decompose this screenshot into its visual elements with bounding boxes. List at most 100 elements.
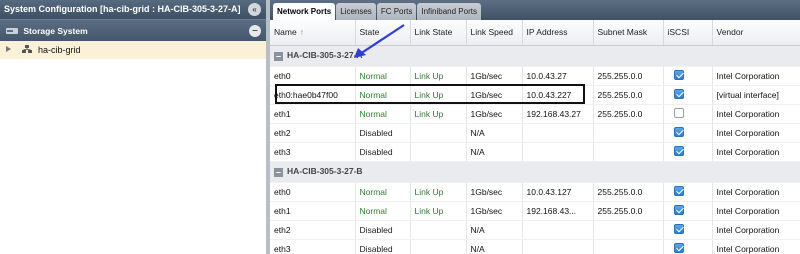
iscsi-checkbox[interactable]: [673, 127, 684, 137]
cell-link-state: Link Up: [410, 104, 467, 124]
collapse-group-icon[interactable]: –: [274, 168, 283, 177]
tree-item-label: ha-cib-grid: [38, 45, 81, 55]
cell-subnet: [593, 220, 664, 240]
cell-link-state: [410, 123, 467, 143]
tab-network-ports[interactable]: Network Ports: [273, 3, 336, 20]
cell-state: Disabled: [355, 239, 411, 254]
iscsi-checkbox[interactable]: [673, 89, 684, 99]
column-header-ip-address[interactable]: IP Address: [522, 20, 594, 46]
iscsi-checkbox[interactable]: [673, 243, 684, 253]
cell-vendor: Intel Corporation: [712, 142, 800, 162]
cell-name: eth2: [270, 123, 356, 143]
cell-subnet: [593, 123, 664, 143]
cell-link-speed: 1Gb/sec: [466, 66, 523, 86]
cell-name: eth0:hae0b47f00: [270, 85, 356, 105]
cell-iscsi: [663, 66, 713, 86]
collapse-group-icon[interactable]: –: [274, 52, 283, 61]
cell-ip: 10.0.43.227: [522, 85, 594, 105]
double-chevron-left-icon[interactable]: «: [248, 3, 261, 16]
cell-vendor: Intel Corporation: [712, 239, 800, 254]
left-panel: System Configuration [ha-cib-grid : HA-C…: [0, 0, 266, 254]
cell-subnet: 255.255.0.0: [593, 201, 664, 221]
cell-state: Normal: [355, 66, 411, 86]
group-label: HA-CIB-305-3-27-B: [287, 166, 363, 176]
cell-name: eth0: [270, 66, 356, 86]
cell-link-state: [410, 239, 467, 254]
table-row[interactable]: eth3 Disabled N/A Intel Corporation: [270, 239, 800, 254]
table-row[interactable]: eth3 Disabled N/A Intel Corporation: [270, 142, 800, 162]
column-header-vendor[interactable]: Vendor: [712, 20, 800, 46]
panel-title-bar: System Configuration [ha-cib-grid : HA-C…: [0, 0, 266, 19]
cell-name: eth1: [270, 104, 356, 124]
column-header-iscsi[interactable]: iSCSI: [663, 20, 713, 46]
group-row[interactable]: – HA-CIB-305-3-27-B: [270, 161, 800, 183]
table-row[interactable]: eth2 Disabled N/A Intel Corporation: [270, 220, 800, 240]
group-header[interactable]: – HA-CIB-305-3-27-B: [270, 161, 800, 183]
iscsi-checkbox[interactable]: [673, 224, 684, 234]
cell-link-speed: N/A: [466, 239, 523, 254]
cell-state: Normal: [355, 201, 411, 221]
column-header-state[interactable]: State: [355, 20, 411, 46]
column-header-link-state[interactable]: Link State: [410, 20, 467, 46]
cell-link-speed: N/A: [466, 123, 523, 143]
cell-name: eth3: [270, 142, 356, 162]
iscsi-checkbox[interactable]: [673, 146, 684, 156]
group-header[interactable]: – HA-CIB-305-3-27-A: [270, 45, 800, 67]
minus-icon[interactable]: –: [249, 25, 261, 37]
panel-title: System Configuration [ha-cib-grid : HA-C…: [4, 4, 241, 14]
cell-state: Normal: [355, 104, 411, 124]
cell-link-speed: N/A: [466, 220, 523, 240]
iscsi-checkbox[interactable]: [673, 108, 684, 118]
cell-state: Normal: [355, 85, 411, 105]
iscsi-checkbox[interactable]: [673, 186, 684, 196]
cell-state: Disabled: [355, 220, 411, 240]
cell-link-state: [410, 142, 467, 162]
table-row[interactable]: eth0 Normal Link Up 1Gb/sec 10.0.43.27 255.25…: [270, 66, 800, 86]
cell-subnet: [593, 239, 664, 254]
cell-ip: [522, 123, 594, 143]
table-row[interactable]: eth2 Disabled N/A Intel Corporation: [270, 123, 800, 143]
iscsi-checkbox[interactable]: [673, 205, 684, 215]
column-header-link-speed[interactable]: Link Speed: [466, 20, 523, 46]
expand-triangle-icon[interactable]: [6, 46, 11, 52]
cell-subnet: 255.255.0.0: [593, 182, 664, 202]
tab-infiniband-ports[interactable]: Infiniband Ports: [417, 3, 481, 20]
cell-iscsi: [663, 104, 713, 124]
table-row[interactable]: eth0 Normal Link Up 1Gb/sec 10.0.43.127 255.2…: [270, 182, 800, 202]
tab-licenses[interactable]: Licenses: [336, 3, 376, 20]
table-row[interactable]: eth0:hae0b47f00 Normal Link Up 1Gb/sec 10.0.…: [270, 85, 800, 105]
group-row[interactable]: – HA-CIB-305-3-27-A: [270, 45, 800, 67]
storage-icon: [6, 28, 18, 34]
cell-vendor: Intel Corporation: [712, 104, 800, 124]
tab-fc-ports[interactable]: FC Ports: [376, 3, 417, 20]
table-row[interactable]: eth1 Normal Link Up 1Gb/sec 192.168.43... 255…: [270, 201, 800, 221]
network-ports-table: Name ↑ State Link State Link Speed IP Add…: [270, 20, 800, 254]
iscsi-checkbox[interactable]: [673, 70, 684, 80]
cell-link-speed: 1Gb/sec: [466, 201, 523, 221]
cell-name: eth0: [270, 182, 356, 202]
cell-ip: 192.168.43...: [522, 201, 594, 221]
cell-iscsi: [663, 142, 713, 162]
cell-iscsi: [663, 220, 713, 240]
column-header-name[interactable]: Name ↑: [270, 20, 356, 46]
tree-item-ha-cib-grid[interactable]: ha-cib-grid: [0, 41, 266, 59]
cell-vendor: Intel Corporation: [712, 220, 800, 240]
cell-iscsi: [663, 182, 713, 202]
cell-link-state: Link Up: [410, 182, 467, 202]
grid-icon: [21, 45, 32, 53]
cell-link-speed: 1Gb/sec: [466, 85, 523, 105]
cell-subnet: 255.255.0.0: [593, 66, 664, 86]
table-row[interactable]: eth1 Normal Link Up 1Gb/sec 192.168.43.27 255…: [270, 104, 800, 124]
cell-ip: 192.168.43.27: [522, 104, 594, 124]
cell-ip: 10.0.43.27: [522, 66, 594, 86]
cell-link-state: Link Up: [410, 85, 467, 105]
storage-system-header[interactable]: Storage System –: [0, 19, 266, 41]
cell-ip: 10.0.43.127: [522, 182, 594, 202]
cell-link-speed: 1Gb/sec: [466, 104, 523, 124]
cell-vendor: Intel Corporation: [712, 123, 800, 143]
column-header-subnet-mask[interactable]: Subnet Mask: [593, 20, 664, 46]
cell-vendor: Intel Corporation: [712, 201, 800, 221]
cell-link-state: Link Up: [410, 201, 467, 221]
cell-link-speed: 1Gb/sec: [466, 182, 523, 202]
cell-name: eth1: [270, 201, 356, 221]
